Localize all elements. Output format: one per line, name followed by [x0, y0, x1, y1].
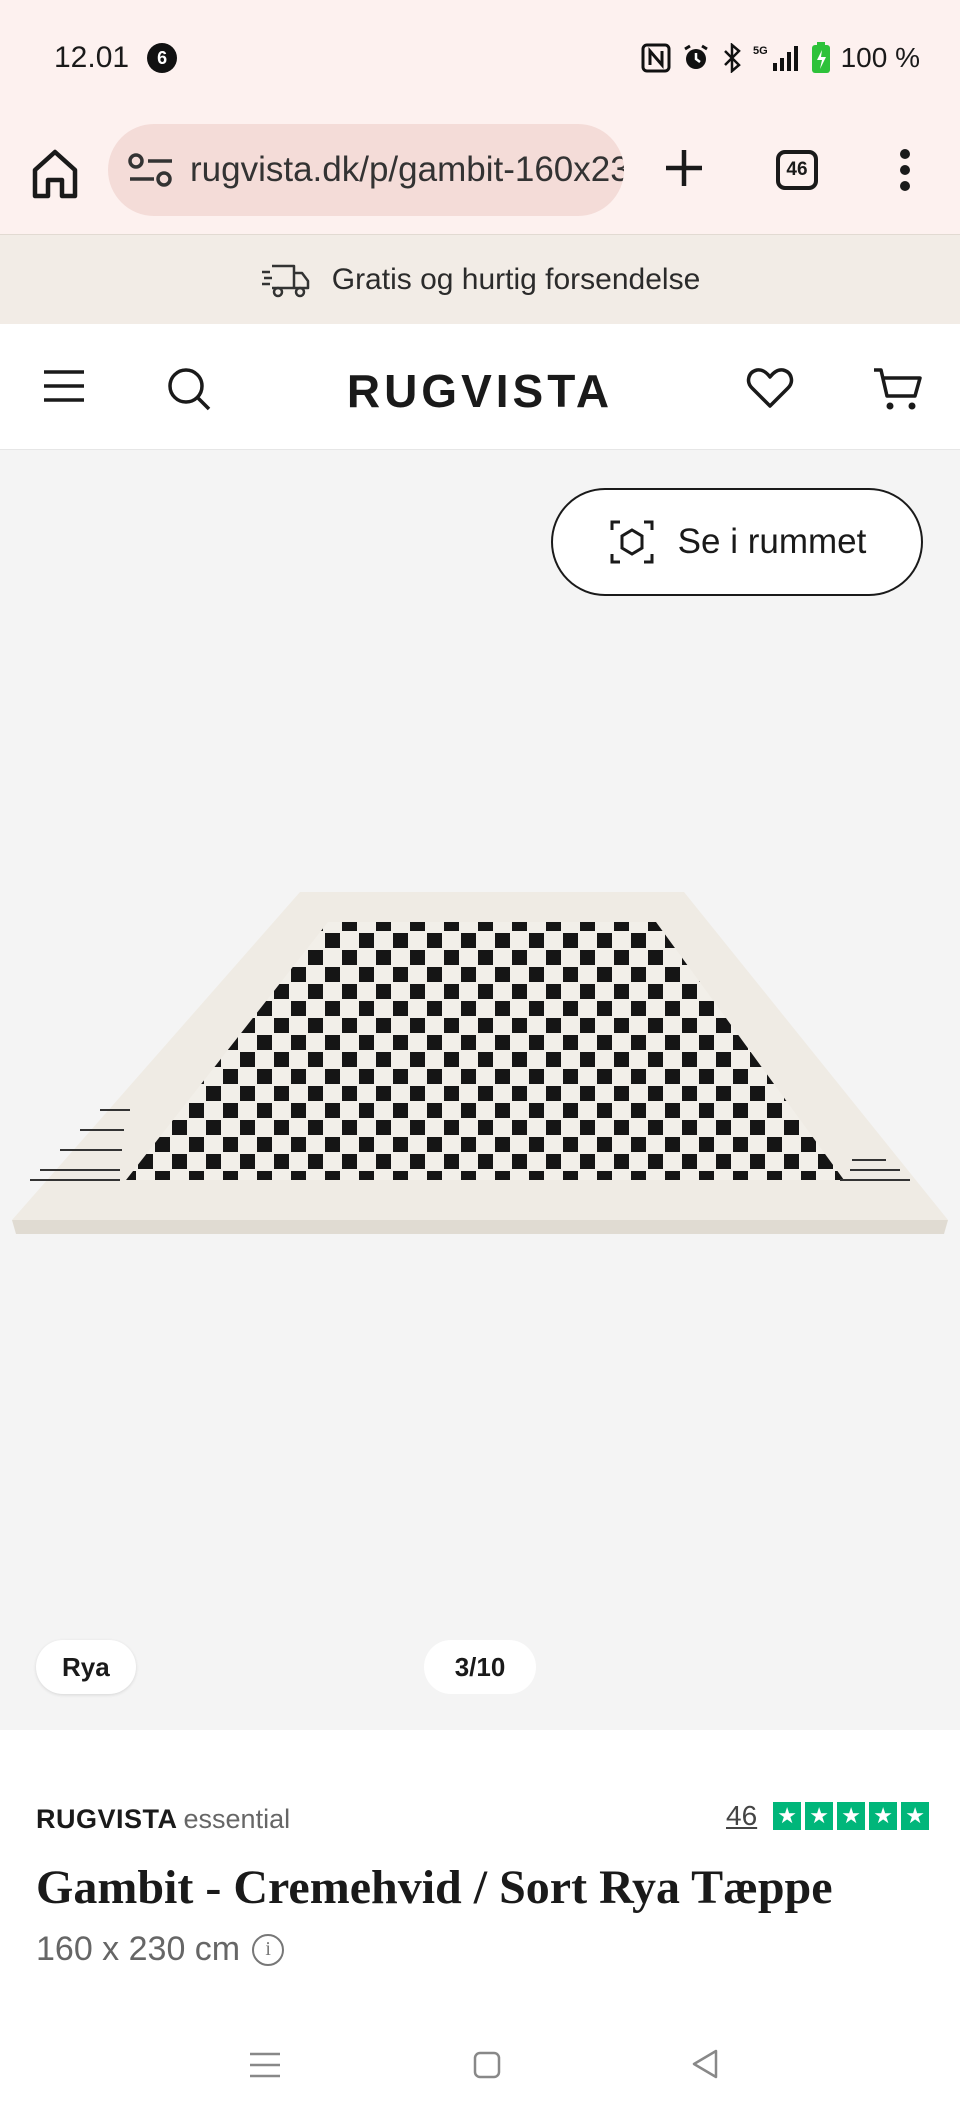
svg-text:5G: 5G	[753, 45, 768, 57]
system-home-icon[interactable]	[472, 2050, 502, 2080]
site-header: RUGVISTA	[0, 324, 960, 450]
battery-icon	[811, 42, 830, 73]
rug-fringe-edge	[12, 1220, 948, 1234]
status-bar: 12.01 6 5G 100 %	[0, 0, 960, 116]
product-size: 160 x 230 cm	[36, 1930, 241, 1968]
product-size-row: 160 x 230 cm i	[36, 1930, 285, 1969]
site-logo[interactable]: RUGVISTA	[0, 364, 960, 418]
reviews-summary[interactable]: 46 ★ ★ ★ ★ ★	[726, 1800, 930, 1832]
star-icon: ★	[805, 1802, 834, 1830]
battery-level: 100 %	[840, 42, 920, 73]
star-icon: ★	[773, 1802, 802, 1830]
star-icon: ★	[901, 1802, 930, 1830]
product-info: RUGVISTA essential 46 ★ ★ ★ ★ ★ Gambit - Crem…	[0, 1730, 960, 2030]
nfc-icon	[641, 43, 671, 73]
address-bar[interactable]: rugvista.dk/p/gambit-160x230-cm	[108, 124, 624, 216]
signal-icon: 5G	[753, 45, 798, 71]
review-count-link[interactable]: 46	[726, 1800, 757, 1832]
product-image-gallery[interactable]: Se i rummet Rya 3/10	[0, 450, 960, 1730]
image-counter: 3/10	[424, 1640, 536, 1694]
product-rug-image	[12, 892, 948, 1234]
brand-collection: essential	[183, 1804, 291, 1834]
info-icon[interactable]: i	[252, 1933, 285, 1966]
product-title: Gambit - Cremehvid / Sort Rya Tæppe	[36, 1861, 833, 1914]
delivery-truck-icon	[261, 264, 309, 297]
shopping-cart-icon[interactable]	[872, 366, 922, 412]
product-tag: Rya	[36, 1640, 136, 1694]
view-in-room-button[interactable]: Se i rummet	[551, 488, 923, 596]
rating-stars: ★ ★ ★ ★ ★	[773, 1802, 930, 1830]
notification-badge: 6	[147, 43, 178, 73]
new-tab-icon[interactable]	[660, 144, 708, 192]
system-navigation-bar	[0, 2030, 960, 2112]
recent-apps-icon[interactable]	[248, 2050, 282, 2080]
brand-line: RUGVISTA essential	[36, 1804, 290, 1835]
shipping-text: Gratis og hurtig forsendelse	[331, 262, 701, 296]
brand-name: RUGVISTA	[36, 1804, 178, 1834]
alarm-icon	[683, 44, 708, 69]
bluetooth-icon	[723, 43, 741, 73]
tab-switcher-button[interactable]: 46	[776, 150, 818, 190]
star-icon: ★	[837, 1802, 866, 1830]
url-text: rugvista.dk/p/gambit-160x230-cm	[190, 150, 624, 189]
star-icon: ★	[869, 1802, 898, 1830]
back-icon[interactable]	[690, 2048, 720, 2080]
site-settings-icon[interactable]	[126, 150, 176, 190]
ar-cube-icon	[610, 520, 654, 564]
view-in-room-label: Se i rummet	[677, 522, 867, 561]
browser-toolbar: rugvista.dk/p/gambit-160x230-cm 46	[0, 116, 960, 234]
more-options-icon[interactable]	[888, 146, 922, 194]
wishlist-heart-icon[interactable]	[746, 366, 794, 410]
shipping-banner: Gratis og hurtig forsendelse	[0, 234, 960, 324]
clock: 12.01	[54, 41, 130, 74]
home-icon[interactable]	[30, 146, 80, 202]
